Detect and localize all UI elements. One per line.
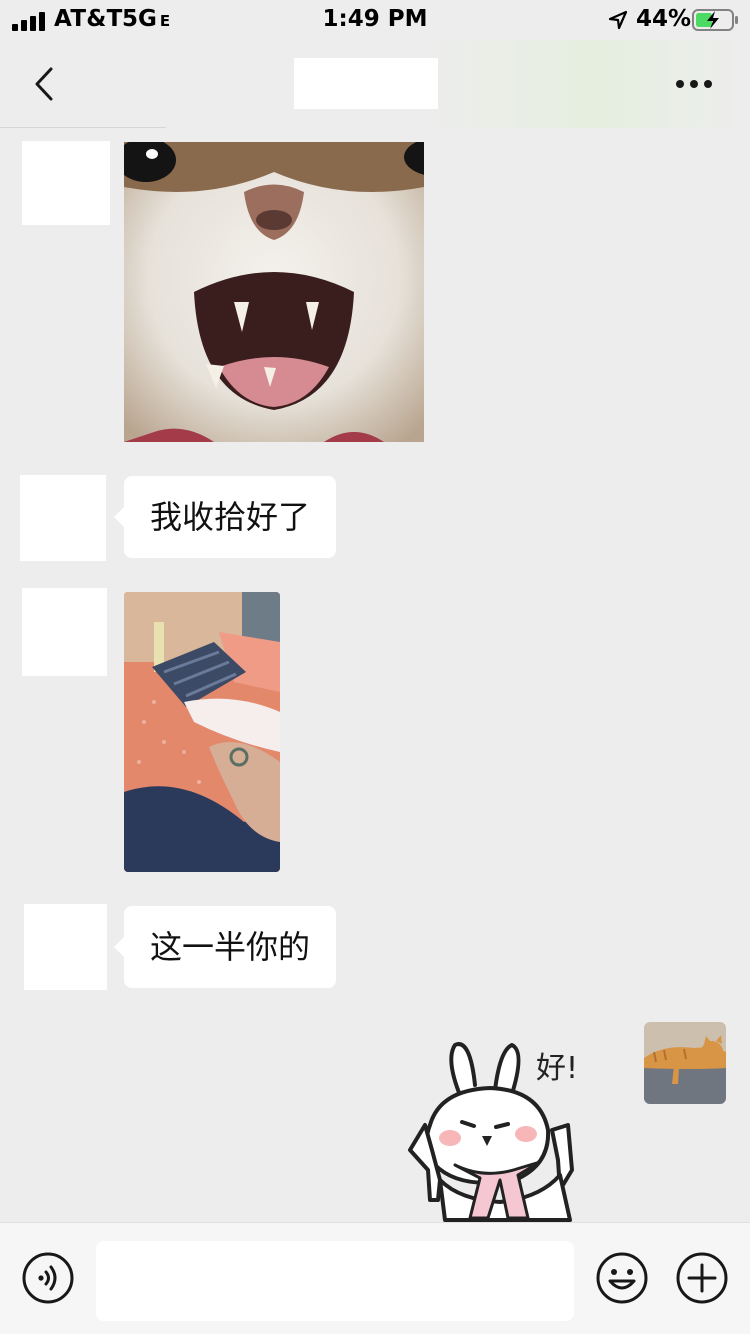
sticker-text: 好! (536, 1051, 578, 1086)
nav-divider (0, 127, 166, 128)
message-input[interactable] (96, 1241, 574, 1321)
avatar[interactable] (22, 141, 110, 225)
self-avatar[interactable] (644, 1022, 726, 1104)
avatar[interactable] (20, 475, 106, 561)
chat-input-bar (0, 1222, 750, 1334)
chat-title-redacted (294, 58, 438, 109)
cat-open-mouth-photo[interactable] (124, 142, 424, 442)
location-arrow-icon (608, 10, 628, 30)
bed-photo-image (124, 592, 280, 872)
cat-photo-image (124, 142, 424, 442)
bunny-sticker[interactable]: 好! (400, 1030, 610, 1222)
chat-screen: AT&T 5G E 1:49 PM 44% 我收拾好了 这一半你的 好! (0, 0, 750, 1334)
navigation-bar (0, 40, 750, 128)
bunny-sticker-image: 好! (408, 1042, 578, 1222)
avatar[interactable] (24, 904, 107, 990)
chevron-left-icon[interactable] (24, 62, 64, 106)
message-bubble[interactable]: 我收拾好了 (113, 476, 337, 558)
bed-photo[interactable] (124, 592, 280, 872)
status-bar: AT&T 5G E 1:49 PM 44% (0, 0, 750, 40)
message-bubble[interactable]: 这一半你的 (113, 906, 337, 988)
plus-icon[interactable] (675, 1251, 729, 1305)
avatar[interactable] (22, 588, 107, 676)
battery-percent: 44% (636, 6, 692, 32)
battery-charging-icon (692, 9, 738, 31)
more-dots-icon[interactable] (668, 68, 720, 100)
orange-cat-avatar-image (644, 1022, 726, 1104)
emoji-icon[interactable] (595, 1251, 649, 1305)
voice-icon[interactable] (21, 1251, 75, 1305)
